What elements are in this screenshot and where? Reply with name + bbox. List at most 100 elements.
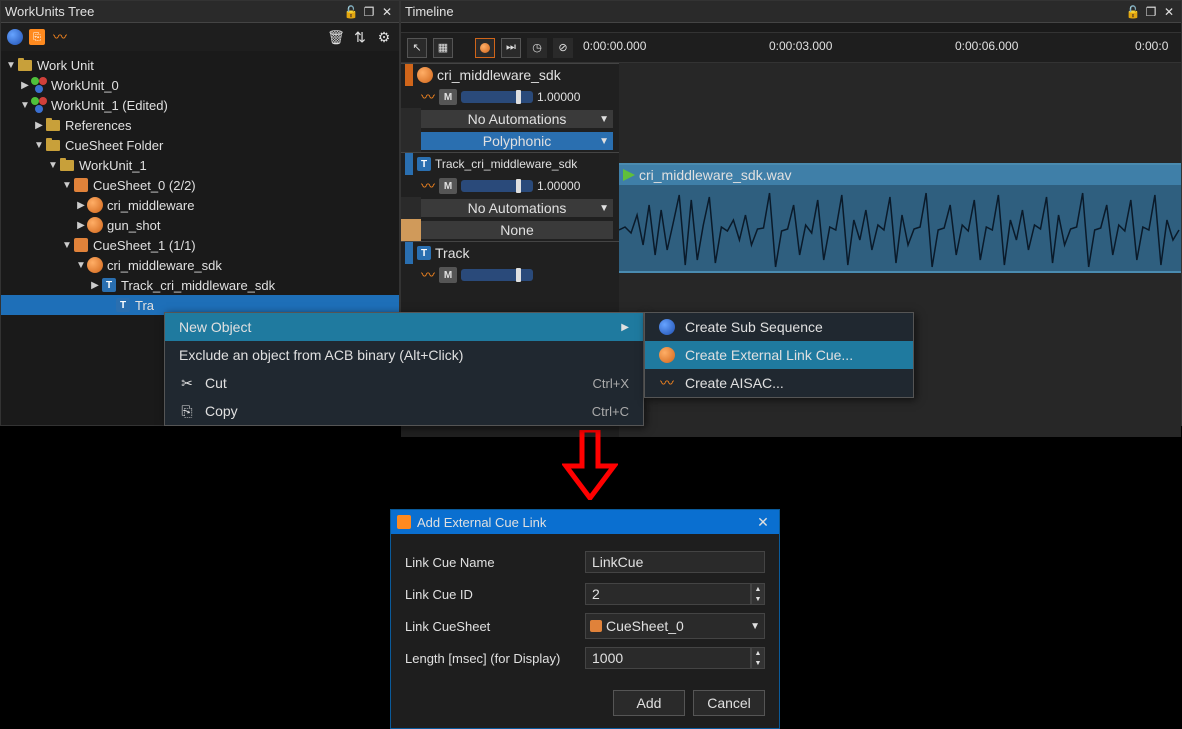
timeline-panel-header: Timeline 🔓 ❐ ✕	[401, 1, 1181, 23]
tree-cs1[interactable]: ▼CueSheet_1 (1/1)	[1, 235, 399, 255]
tree-trackcri[interactable]: ▶TTrack_cri_middleware_sdk	[1, 275, 399, 295]
tree-gun[interactable]: ▶gun_shot	[1, 215, 399, 235]
tree-wu0[interactable]: ▶WorkUnit_0	[1, 75, 399, 95]
play-icon	[623, 169, 635, 181]
audio-clip[interactable]: cri_middleware_sdk.wav	[619, 163, 1181, 273]
automation-dropdown[interactable]: No Automations▼	[421, 199, 613, 217]
close-icon[interactable]: ✕	[753, 514, 773, 531]
menu-create-external-link[interactable]: Create External Link Cue...	[645, 341, 913, 369]
volume-slider[interactable]	[461, 91, 533, 103]
tree-wu1b[interactable]: ▼WorkUnit_1	[1, 155, 399, 175]
add-button[interactable]: Add	[613, 690, 685, 716]
blue-sphere-icon[interactable]	[7, 29, 23, 45]
select-tool-icon[interactable]: ▦	[433, 38, 453, 58]
tree-wu1[interactable]: ▼WorkUnit_1 (Edited)	[1, 95, 399, 115]
spin-up-icon: ▲	[752, 584, 764, 594]
tree-cs0[interactable]: ▼CueSheet_0 (2/2)	[1, 175, 399, 195]
mute-button[interactable]: M	[439, 178, 457, 194]
close-icon[interactable]: ✕	[379, 4, 395, 20]
app-logo-icon	[397, 515, 411, 529]
unlock-icon[interactable]: 🔓	[343, 4, 359, 20]
pointer-tool-icon[interactable]: ↖	[407, 38, 427, 58]
timeline-strip	[401, 23, 1181, 33]
unlock-icon[interactable]: 🔓	[1125, 4, 1141, 20]
menu-new-object[interactable]: New Object▶	[165, 313, 643, 341]
volume-value: 1.00000	[537, 179, 580, 193]
tree-toolbar: ⎘ 〰 🗑 ⇅ ⚙	[1, 23, 399, 51]
dialog-titlebar[interactable]: Add External Cue Link ✕	[391, 510, 779, 534]
tree-crisdk[interactable]: ▼cri_middleware_sdk	[1, 255, 399, 275]
voice-mode-dropdown[interactable]: Polyphonic▼	[421, 132, 613, 150]
menu-cut[interactable]: ✂CutCtrl+X	[165, 369, 643, 397]
add-external-cue-link-dialog: Add External Cue Link ✕ Link Cue Name Li…	[390, 509, 780, 729]
spin-up-icon: ▲	[752, 648, 764, 658]
scissors-icon: ✂	[179, 375, 195, 391]
automation-dropdown[interactable]: No Automations▼	[421, 110, 613, 128]
gear-icon[interactable]: ⚙	[375, 28, 393, 46]
ruler-tick: 0:00:0	[1135, 39, 1168, 53]
mute-button[interactable]: M	[439, 267, 457, 283]
volume-slider[interactable]	[461, 180, 533, 192]
timeline-panel-title: Timeline	[405, 4, 1125, 19]
orange-doc-icon[interactable]: ⎘	[29, 29, 45, 45]
spin-down-icon: ▼	[752, 594, 764, 604]
length-label: Length [msec] (for Display)	[405, 651, 585, 666]
length-input[interactable]: 1000	[585, 647, 751, 669]
waveform-icon	[619, 185, 1181, 275]
ruler-tick: 0:00:00.000	[583, 39, 646, 53]
clock-icon[interactable]: ◷	[527, 38, 547, 58]
context-menu: New Object▶ Exclude an object from ACB b…	[164, 312, 644, 426]
link-cuesheet-label: Link CueSheet	[405, 619, 585, 634]
ruler-tick: 0:00:06.000	[955, 39, 1018, 53]
curve-icon[interactable]: 〰	[421, 176, 435, 196]
tree-folder[interactable]: ▼CueSheet Folder	[1, 135, 399, 155]
voice-limit-dropdown[interactable]: None	[421, 221, 613, 239]
track-T-icon: T	[417, 246, 431, 260]
menu-create-aisac[interactable]: 〰Create AISAC...	[645, 369, 913, 397]
curve-icon[interactable]: 〰	[51, 28, 69, 46]
menu-copy[interactable]: ⎘CopyCtrl+C	[165, 397, 643, 425]
id-spinbox[interactable]: ▲▼	[751, 583, 765, 605]
curve-icon: 〰	[659, 375, 675, 391]
menu-exclude[interactable]: Exclude an object from ACB binary (Alt+C…	[165, 341, 643, 369]
link-cue-name-input[interactable]: LinkCue	[585, 551, 765, 573]
link-cue-name-label: Link Cue Name	[405, 555, 585, 570]
trash-icon[interactable]: 🗑	[327, 28, 345, 46]
copy-icon: ⎘	[179, 403, 195, 419]
track-block-2[interactable]: TTrack_cri_middleware_sdk 〰M1.00000 No A…	[401, 152, 619, 241]
track-block-3[interactable]: TTrack 〰M	[401, 241, 619, 286]
tree-cri[interactable]: ▶cri_middleware	[1, 195, 399, 215]
timeline-toolbar: ↖ ▦ ⏭ ◷ ⊘ 0:00:00.000 0:00:03.000 0:00:0…	[401, 33, 1181, 63]
window-icon[interactable]: ❐	[361, 4, 377, 20]
curve-icon[interactable]: 〰	[421, 87, 435, 107]
link-cuesheet-select[interactable]: CueSheet_0 ▼	[585, 613, 765, 639]
window-icon[interactable]: ❐	[1143, 4, 1159, 20]
track-T-icon: T	[417, 157, 431, 171]
link-icon[interactable]: ⊘	[553, 38, 573, 58]
timeline-ruler[interactable]: 0:00:00.000 0:00:03.000 0:00:06.000 0:00…	[579, 33, 1175, 62]
tree-panel-title: WorkUnits Tree	[5, 4, 343, 19]
link-cue-id-label: Link Cue ID	[405, 587, 585, 602]
track-block-1[interactable]: cri_middleware_sdk 〰M1.00000 No Automati…	[401, 63, 619, 152]
tree-panel-header: WorkUnits Tree 🔓 ❐ ✕	[1, 1, 399, 23]
skip-icon[interactable]: ⏭	[501, 38, 521, 58]
cuesheet-icon	[590, 620, 602, 632]
spin-down-icon: ▼	[752, 658, 764, 668]
record-icon[interactable]	[475, 38, 495, 58]
cancel-button[interactable]: Cancel	[693, 690, 765, 716]
tree-refs[interactable]: ▶References	[1, 115, 399, 135]
link-cue-id-input[interactable]: 2	[585, 583, 751, 605]
length-spinbox[interactable]: ▲▼	[751, 647, 765, 669]
mute-button[interactable]: M	[439, 89, 457, 105]
menu-create-subsequence[interactable]: Create Sub Sequence	[645, 313, 913, 341]
tree-view[interactable]: ▼Work Unit ▶WorkUnit_0 ▼WorkUnit_1 (Edit…	[1, 51, 399, 319]
cue-sphere-icon	[417, 67, 433, 83]
submenu-new-object: Create Sub Sequence Create External Link…	[644, 312, 914, 398]
tree-root[interactable]: ▼Work Unit	[1, 55, 399, 75]
volume-slider[interactable]	[461, 269, 533, 281]
close-icon[interactable]: ✕	[1161, 4, 1177, 20]
dialog-title: Add External Cue Link	[417, 515, 747, 530]
explainer-arrow-icon	[562, 430, 618, 500]
curve-icon[interactable]: 〰	[421, 265, 435, 285]
sort-icon[interactable]: ⇅	[351, 28, 369, 46]
